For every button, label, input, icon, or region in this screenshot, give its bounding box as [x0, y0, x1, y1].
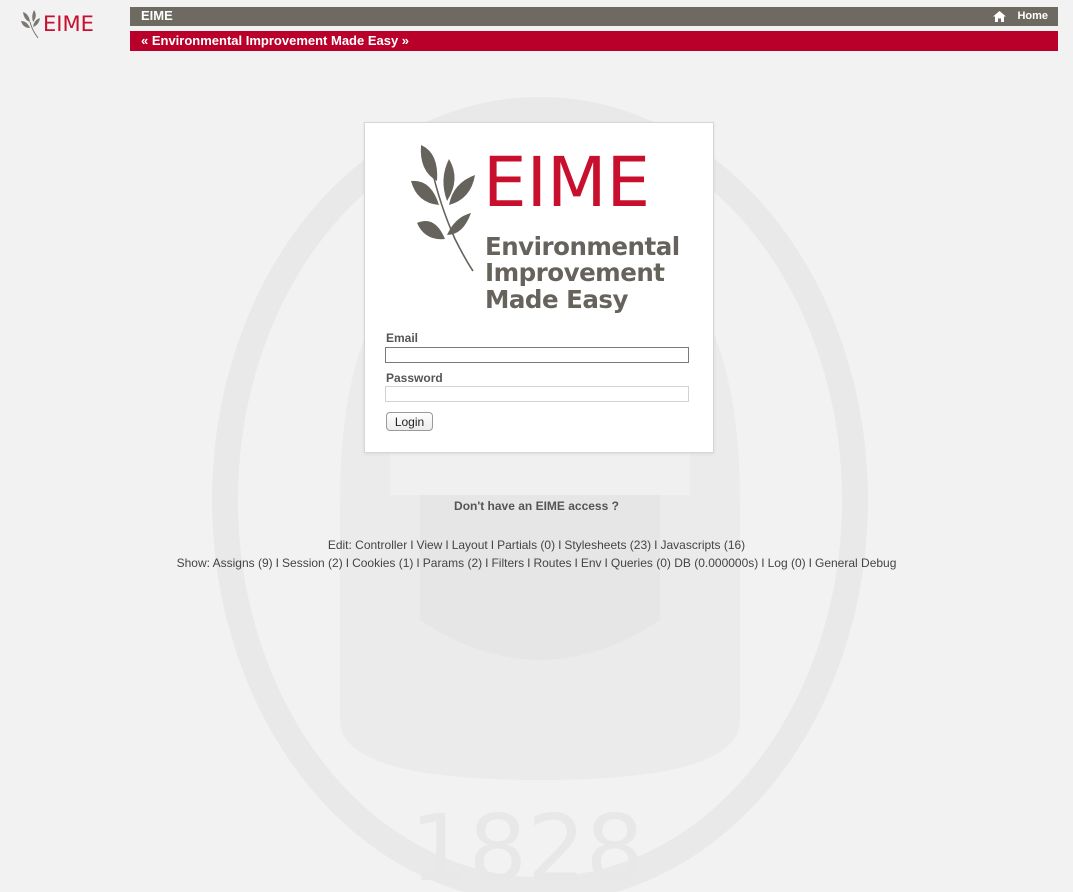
link-separator: I — [761, 556, 765, 570]
logo-line-made-easy: Made Easy — [485, 285, 628, 314]
login-button[interactable]: Login — [386, 412, 433, 431]
no-access-link[interactable]: Don't have an EIME access ? — [0, 499, 1073, 513]
debug-show-link-4[interactable]: Filters — [491, 556, 524, 570]
link-separator: I — [485, 556, 489, 570]
debug-edit-link-3[interactable]: Partials (0) — [497, 538, 555, 552]
eime-large-logo: EIME Environmental Improvement Made Easy — [409, 143, 680, 315]
tagline: « Environmental Improvement Made Easy » — [141, 33, 410, 48]
link-separator: I — [654, 538, 658, 552]
leaf-icon — [21, 10, 40, 39]
debug-edit-bar: Edit: Controller I View I Layout I Partials (0… — [0, 538, 1073, 552]
link-separator: I — [445, 538, 449, 552]
debug-show-link-2[interactable]: Cookies (1) — [352, 556, 413, 570]
link-separator: I — [558, 538, 562, 552]
tagline-bar: « Environmental Improvement Made Easy » — [130, 31, 1058, 51]
debug-show-bar: Show: Assigns (9) I Session (2) I Cookies (1… — [0, 556, 1073, 570]
debug-edit-links: Controller I View I Layout I Partials (0) I Styl… — [355, 538, 745, 552]
home-label: Home — [1017, 10, 1048, 22]
password-field[interactable] — [385, 386, 689, 402]
logo-eime-wordmark: EIME — [483, 143, 651, 223]
debug-edit-link-2[interactable]: Layout — [452, 538, 488, 552]
eime-small-logo[interactable]: EIME — [20, 8, 98, 40]
email-field[interactable] — [385, 347, 689, 363]
debug-edit-link-4[interactable]: Stylesheets (23) — [564, 538, 651, 552]
home-link[interactable]: Home — [993, 10, 1048, 22]
link-separator: I — [490, 538, 495, 552]
link-separator: I — [808, 556, 812, 570]
debug-show-link-5[interactable]: Routes — [533, 556, 571, 570]
debug-show-link-3[interactable]: Params (2) — [423, 556, 482, 570]
logo-line-improvement: Improvement — [485, 258, 665, 287]
debug-show-link-1[interactable]: Session (2) — [282, 556, 343, 570]
login-card: EIME Environmental Improvement Made Easy… — [364, 122, 714, 453]
link-separator: I — [410, 538, 414, 552]
debug-edit-label: Edit: — [327, 538, 352, 552]
app-title: EIME — [141, 8, 173, 23]
home-icon — [993, 10, 1007, 22]
debug-edit-link-0[interactable]: Controller — [355, 538, 407, 552]
debug-edit-link-5[interactable]: Javascripts (16) — [660, 538, 745, 552]
watermark-year: 1828 — [410, 795, 644, 892]
link-separator: I — [416, 556, 420, 570]
link-separator: I — [604, 556, 608, 570]
link-separator: I — [527, 556, 531, 570]
debug-show-link-7[interactable]: Queries (0) DB (0.000000s) — [611, 556, 758, 570]
password-label: Password — [386, 371, 443, 385]
email-label: Email — [386, 331, 419, 345]
link-separator: I — [345, 556, 350, 570]
debug-show-links: Assigns (9) I Session (2) I Cookies (1) I Para… — [213, 556, 897, 570]
logo-line-environmental: Environmental — [485, 232, 680, 261]
debug-show-label: Show: — [176, 556, 210, 570]
link-separator: I — [275, 556, 280, 570]
debug-show-link-9[interactable]: General Debug — [815, 556, 896, 570]
link-separator: I — [574, 556, 578, 570]
debug-show-link-6[interactable]: Env — [581, 556, 602, 570]
top-nav-bar: EIME Home — [130, 7, 1058, 26]
debug-show-link-8[interactable]: Log (0) — [768, 556, 806, 570]
leaves-icon — [411, 145, 475, 272]
logo-wordmark: EIME — [43, 12, 94, 36]
debug-edit-link-1[interactable]: View — [417, 538, 443, 552]
debug-show-link-0[interactable]: Assigns (9) — [213, 556, 273, 570]
